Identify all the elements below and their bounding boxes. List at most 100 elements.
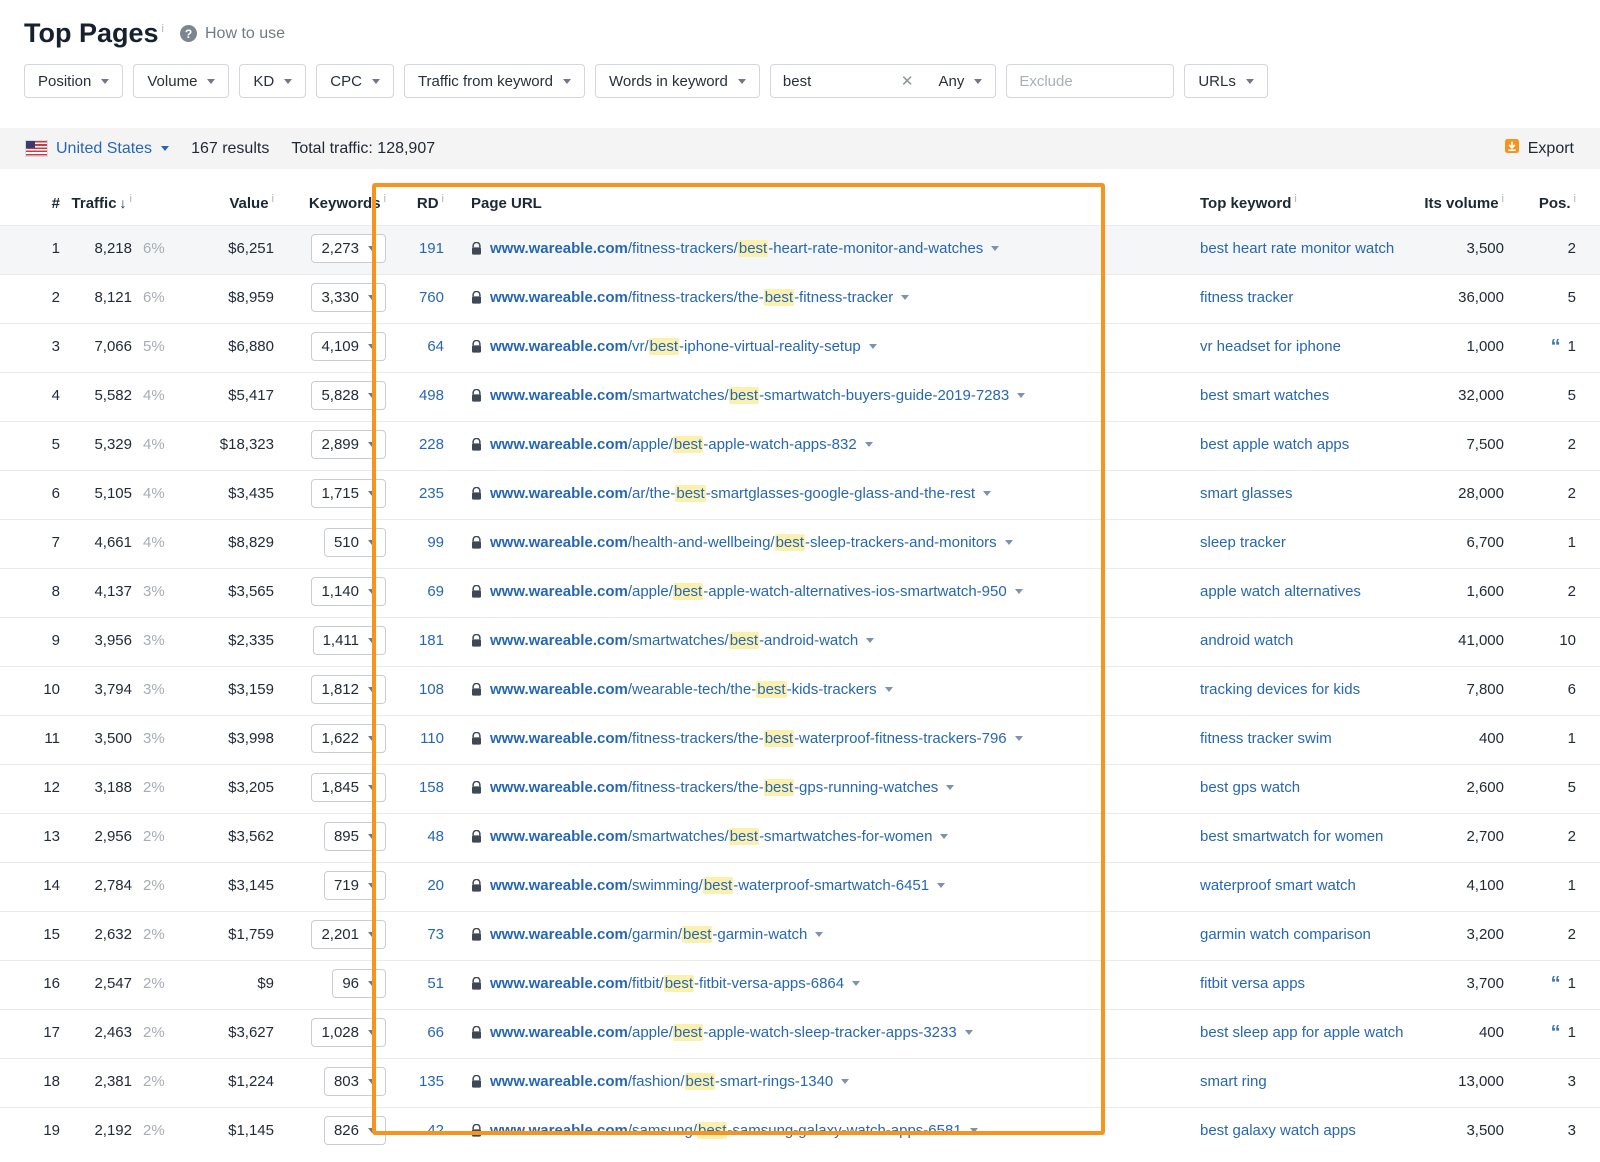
page-url-link[interactable]: www.wareable.com/apple/best-apple-watch-… <box>490 434 857 455</box>
col-header-traffic[interactable]: Traffic↓i <box>60 193 132 212</box>
keywords-dropdown[interactable]: 895 <box>324 822 386 851</box>
page-url-link[interactable]: www.wareable.com/samsung/best-samsung-ga… <box>490 1120 962 1141</box>
page-url-link[interactable]: www.wareable.com/garmin/best-garmin-watc… <box>490 924 807 945</box>
url-expand-caret[interactable] <box>983 491 991 496</box>
col-header-value[interactable]: Valuei <box>180 193 274 212</box>
url-expand-caret[interactable] <box>865 442 873 447</box>
url-expand-caret[interactable] <box>885 687 893 692</box>
keywords-dropdown[interactable]: 2,899 <box>311 430 386 459</box>
rd-link[interactable]: 158 <box>386 777 444 798</box>
top-keyword-link[interactable]: garmin watch comparison <box>1200 926 1371 943</box>
keywords-dropdown[interactable]: 803 <box>324 1067 386 1096</box>
top-keyword-link[interactable]: waterproof smart watch <box>1200 877 1356 894</box>
page-url-link[interactable]: www.wareable.com/smartwatches/best-smart… <box>490 385 1009 406</box>
top-keyword-link[interactable]: best heart rate monitor watch <box>1200 240 1394 257</box>
top-keyword-link[interactable]: android watch <box>1200 632 1293 649</box>
top-keyword-link[interactable]: smart glasses <box>1200 485 1293 502</box>
keywords-dropdown[interactable]: 4,109 <box>311 332 386 361</box>
page-url-link[interactable]: www.wareable.com/fashion/best-smart-ring… <box>490 1071 833 1092</box>
page-url-link[interactable]: www.wareable.com/wearable-tech/the-best-… <box>490 679 877 700</box>
exclude-input[interactable] <box>1006 64 1174 98</box>
top-keyword-link[interactable]: best apple watch apps <box>1200 436 1349 453</box>
top-keyword-link[interactable]: best gps watch <box>1200 779 1300 796</box>
rd-link[interactable]: 181 <box>386 630 444 651</box>
export-button[interactable]: Export <box>1504 138 1574 159</box>
keywords-dropdown[interactable]: 1,411 <box>313 626 386 655</box>
keyword-filter-input[interactable]: best <box>771 73 889 90</box>
url-expand-caret[interactable] <box>1005 540 1013 545</box>
keywords-dropdown[interactable]: 3,330 <box>311 283 386 312</box>
url-expand-caret[interactable] <box>1015 589 1023 594</box>
rd-link[interactable]: 66 <box>386 1022 444 1043</box>
page-url-link[interactable]: www.wareable.com/apple/best-apple-watch-… <box>490 1022 957 1043</box>
page-url-link[interactable]: www.wareable.com/health-and-wellbeing/be… <box>490 532 997 553</box>
rd-link[interactable]: 64 <box>386 336 444 357</box>
top-keyword-link[interactable]: tracking devices for kids <box>1200 681 1360 698</box>
page-url-link[interactable]: www.wareable.com/smartwatches/best-andro… <box>490 630 858 651</box>
url-expand-caret[interactable] <box>991 246 999 251</box>
page-url-link[interactable]: www.wareable.com/fitness-trackers/the-be… <box>490 777 938 798</box>
url-expand-caret[interactable] <box>965 1030 973 1035</box>
keyword-mode-dropdown[interactable]: Any <box>925 65 995 97</box>
clear-filter-icon[interactable]: ✕ <box>889 72 926 90</box>
url-expand-caret[interactable] <box>869 344 877 349</box>
keywords-dropdown[interactable]: 5,828 <box>311 381 386 410</box>
rd-link[interactable]: 20 <box>386 875 444 896</box>
urls-dropdown[interactable]: URLs <box>1184 64 1268 98</box>
how-to-use-link[interactable]: ? How to use <box>180 25 285 43</box>
keywords-dropdown[interactable]: 2,201 <box>311 920 386 949</box>
filter-dropdown[interactable]: CPC <box>316 64 394 98</box>
url-expand-caret[interactable] <box>866 638 874 643</box>
rd-link[interactable]: 51 <box>386 973 444 994</box>
url-expand-caret[interactable] <box>946 785 954 790</box>
top-keyword-link[interactable]: best smartwatch for women <box>1200 828 1383 845</box>
keywords-dropdown[interactable]: 826 <box>324 1116 386 1145</box>
rd-link[interactable]: 135 <box>386 1071 444 1092</box>
url-expand-caret[interactable] <box>1017 393 1025 398</box>
rd-link[interactable]: 760 <box>386 287 444 308</box>
rd-link[interactable]: 73 <box>386 924 444 945</box>
keywords-dropdown[interactable]: 2,273 <box>311 234 386 263</box>
col-header-keywords[interactable]: Keywordsi <box>274 193 386 212</box>
keywords-dropdown[interactable]: 510 <box>324 528 386 557</box>
page-url-link[interactable]: www.wareable.com/fitness-trackers/best-h… <box>490 238 983 259</box>
top-keyword-link[interactable]: best smart watches <box>1200 387 1329 404</box>
keywords-dropdown[interactable]: 1,845 <box>311 773 386 802</box>
keyword-filter[interactable]: best ✕ Any <box>770 64 996 98</box>
rd-link[interactable]: 48 <box>386 826 444 847</box>
keywords-dropdown[interactable]: 1,622 <box>311 724 386 753</box>
col-header-its-volume[interactable]: Its volumei <box>1412 193 1504 212</box>
col-header-rd[interactable]: RDi <box>386 193 444 212</box>
top-keyword-link[interactable]: vr headset for iphone <box>1200 338 1341 355</box>
keywords-dropdown[interactable]: 1,812 <box>311 675 386 704</box>
keywords-dropdown[interactable]: 96 <box>332 969 386 998</box>
rd-link[interactable]: 228 <box>386 434 444 455</box>
filter-dropdown[interactable]: Volume <box>133 64 229 98</box>
top-keyword-link[interactable]: fitbit versa apps <box>1200 975 1305 992</box>
rd-link[interactable]: 498 <box>386 385 444 406</box>
top-keyword-link[interactable]: smart ring <box>1200 1073 1267 1090</box>
rd-link[interactable]: 108 <box>386 679 444 700</box>
page-url-link[interactable]: www.wareable.com/fitness-trackers/the-be… <box>490 728 1007 749</box>
filter-dropdown[interactable]: Words in keyword <box>595 64 760 98</box>
page-url-link[interactable]: www.wareable.com/vr/best-iphone-virtual-… <box>490 336 861 357</box>
url-expand-caret[interactable] <box>970 1128 978 1133</box>
keywords-dropdown[interactable]: 1,140 <box>311 577 386 606</box>
url-expand-caret[interactable] <box>940 834 948 839</box>
top-keyword-link[interactable]: fitness tracker <box>1200 289 1293 306</box>
page-url-link[interactable]: www.wareable.com/smartwatches/best-smart… <box>490 826 932 847</box>
rd-link[interactable]: 110 <box>386 728 444 749</box>
page-url-link[interactable]: www.wareable.com/apple/best-apple-watch-… <box>490 581 1007 602</box>
url-expand-caret[interactable] <box>937 883 945 888</box>
top-keyword-link[interactable]: best sleep app for apple watch <box>1200 1024 1403 1041</box>
rd-link[interactable]: 42 <box>386 1120 444 1141</box>
top-keyword-link[interactable]: sleep tracker <box>1200 534 1286 551</box>
col-header-top-keyword[interactable]: Top keywordi <box>1178 193 1412 212</box>
url-expand-caret[interactable] <box>1015 736 1023 741</box>
top-keyword-link[interactable]: best galaxy watch apps <box>1200 1122 1356 1139</box>
page-url-link[interactable]: www.wareable.com/fitness-trackers/the-be… <box>490 287 893 308</box>
filter-dropdown[interactable]: Position <box>24 64 123 98</box>
url-expand-caret[interactable] <box>815 932 823 937</box>
keywords-dropdown[interactable]: 1,028 <box>311 1018 386 1047</box>
rd-link[interactable]: 99 <box>386 532 444 553</box>
